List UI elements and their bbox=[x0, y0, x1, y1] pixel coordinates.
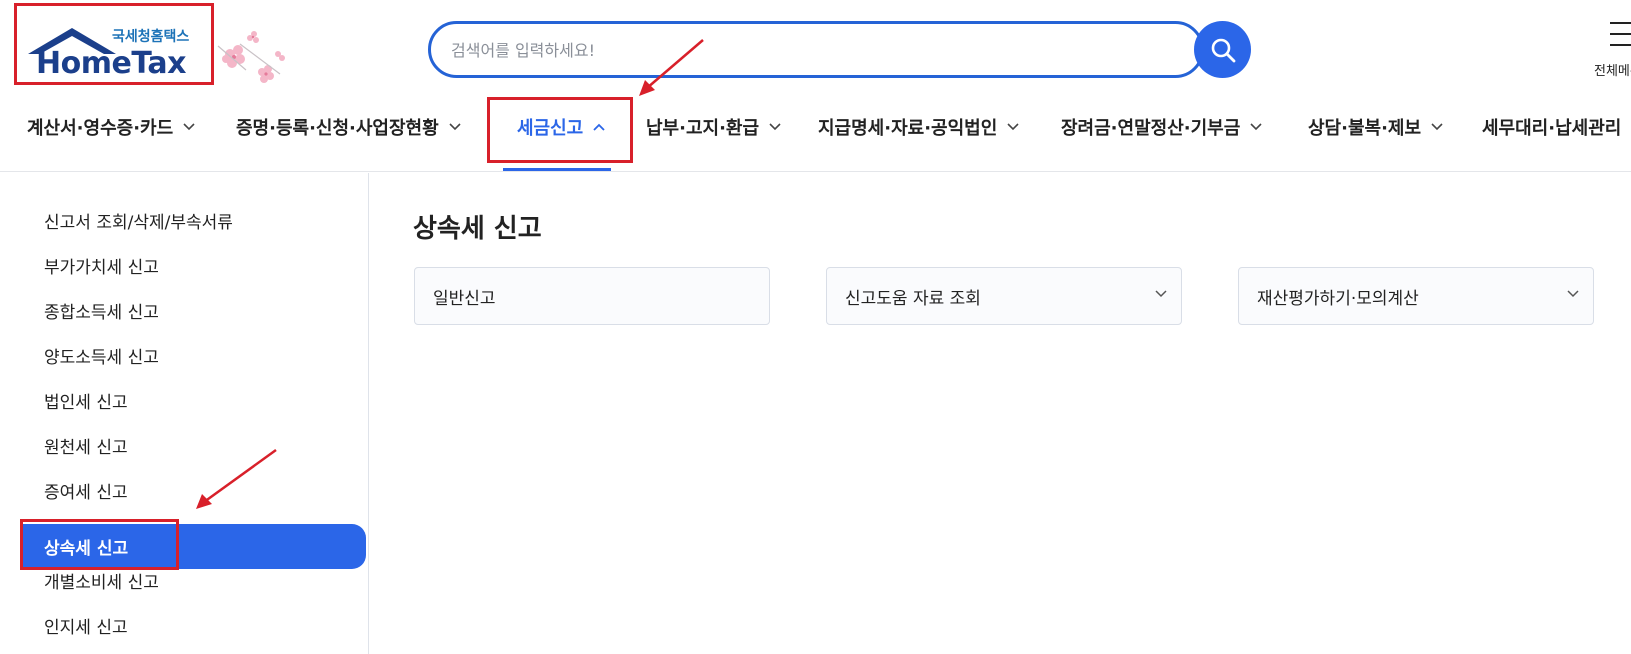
chevron-down-icon bbox=[1155, 290, 1167, 298]
sidebar-item-capital-gains[interactable]: 양도소득세 신고 bbox=[0, 333, 366, 378]
search-bar bbox=[428, 21, 1204, 78]
logo-text: HomeTax bbox=[36, 46, 187, 81]
sidebar-item-corporate-tax[interactable]: 법인세 신고 bbox=[0, 378, 366, 423]
logo-subtitle: 국세청홈택스 bbox=[112, 29, 190, 45]
search-input[interactable] bbox=[451, 36, 1131, 64]
nav-label: 계산서·영수증·카드 bbox=[27, 118, 174, 139]
nav-consult-appeal[interactable]: 상담·불복·제보 bbox=[1308, 104, 1443, 150]
chevron-down-icon bbox=[1250, 123, 1262, 131]
sidebar: 신고서 조회/삭제/부속서류 부가가치세 신고 종합소득세 신고 양도소득세 신… bbox=[0, 173, 369, 654]
sidebar-item-filing-history[interactable]: 신고서 조회/삭제/부속서류 bbox=[0, 198, 366, 243]
nav-payment-statement[interactable]: 지급명세·자료·공익법인 bbox=[818, 104, 1019, 150]
sidebar-item-stamp-tax[interactable]: 인지세 신고 bbox=[0, 603, 366, 648]
site-header: 국세청홈택스 HomeTax 전체메뉴 bbox=[0, 0, 1631, 172]
all-menu-label: 전체메뉴 bbox=[1594, 64, 1631, 79]
nav-label: 장려금·연말정산·기부금 bbox=[1061, 118, 1241, 139]
cherry-blossom-icon bbox=[217, 31, 285, 83]
sidebar-item-excise-tax[interactable]: 개별소비세 신고 bbox=[0, 558, 366, 603]
sidebar-item-gift-tax[interactable]: 증여세 신고 bbox=[0, 468, 366, 513]
sidebar-item-vat[interactable]: 부가가치세 신고 bbox=[0, 243, 366, 288]
general-filing-card[interactable]: 일반신고 bbox=[414, 267, 770, 325]
nav-label: 증명·등록·신청·사업장현황 bbox=[236, 118, 439, 139]
nav-label: 납부·고지·환급 bbox=[646, 118, 760, 139]
nav-certificate-registration[interactable]: 증명·등록·신청·사업장현황 bbox=[236, 104, 461, 150]
card-label: 일반신고 bbox=[433, 288, 496, 309]
filing-help-data-card[interactable]: 신고도움 자료 조회 bbox=[826, 267, 1182, 325]
nav-label: 지급명세·자료·공익법인 bbox=[818, 118, 998, 139]
all-menu-button[interactable]: 전체메뉴 bbox=[1588, 20, 1631, 82]
nav-invoice-receipt-card[interactable]: 계산서·영수증·카드 bbox=[27, 104, 195, 150]
nav-incentive-year-end[interactable]: 장려금·연말정산·기부금 bbox=[1061, 104, 1262, 150]
nav-tax-filing[interactable]: 세금신고 bbox=[517, 104, 605, 150]
nav-label: 세금신고 bbox=[517, 118, 584, 139]
nav-payment-notice-refund[interactable]: 납부·고지·환급 bbox=[646, 104, 781, 150]
chevron-up-icon bbox=[593, 123, 605, 131]
nav-label: 상담·불복·제보 bbox=[1308, 118, 1422, 139]
asset-valuation-card[interactable]: 재산평가하기·모의계산 bbox=[1238, 267, 1594, 325]
sidebar-item-income-tax[interactable]: 종합소득세 신고 bbox=[0, 288, 366, 333]
chevron-down-icon bbox=[183, 123, 195, 131]
hamburger-menu-icon bbox=[1610, 22, 1631, 46]
card-label: 재산평가하기·모의계산 bbox=[1257, 288, 1419, 309]
hometax-logo[interactable]: 국세청홈택스 HomeTax bbox=[24, 20, 285, 90]
chevron-down-icon bbox=[1431, 123, 1443, 131]
chevron-down-icon bbox=[1007, 123, 1019, 131]
chevron-down-icon bbox=[769, 123, 781, 131]
chevron-down-icon bbox=[1567, 290, 1579, 298]
chevron-down-icon bbox=[449, 123, 461, 131]
search-icon bbox=[1211, 38, 1235, 62]
page-title: 상속세 신고 bbox=[413, 214, 542, 244]
nav-tax-agent[interactable]: 세무대리·납세관리 bbox=[1482, 104, 1621, 150]
search-button[interactable] bbox=[1194, 21, 1251, 78]
active-tab-indicator bbox=[503, 168, 611, 171]
nav-label: 세무대리·납세관리 bbox=[1482, 118, 1622, 139]
sidebar-item-withholding[interactable]: 원천세 신고 bbox=[0, 423, 366, 468]
main-navigation: 계산서·영수증·카드 증명·등록·신청·사업장현황 세금신고 납부·고지·환급 … bbox=[0, 104, 1631, 150]
card-label: 신고도움 자료 조회 bbox=[845, 288, 981, 309]
